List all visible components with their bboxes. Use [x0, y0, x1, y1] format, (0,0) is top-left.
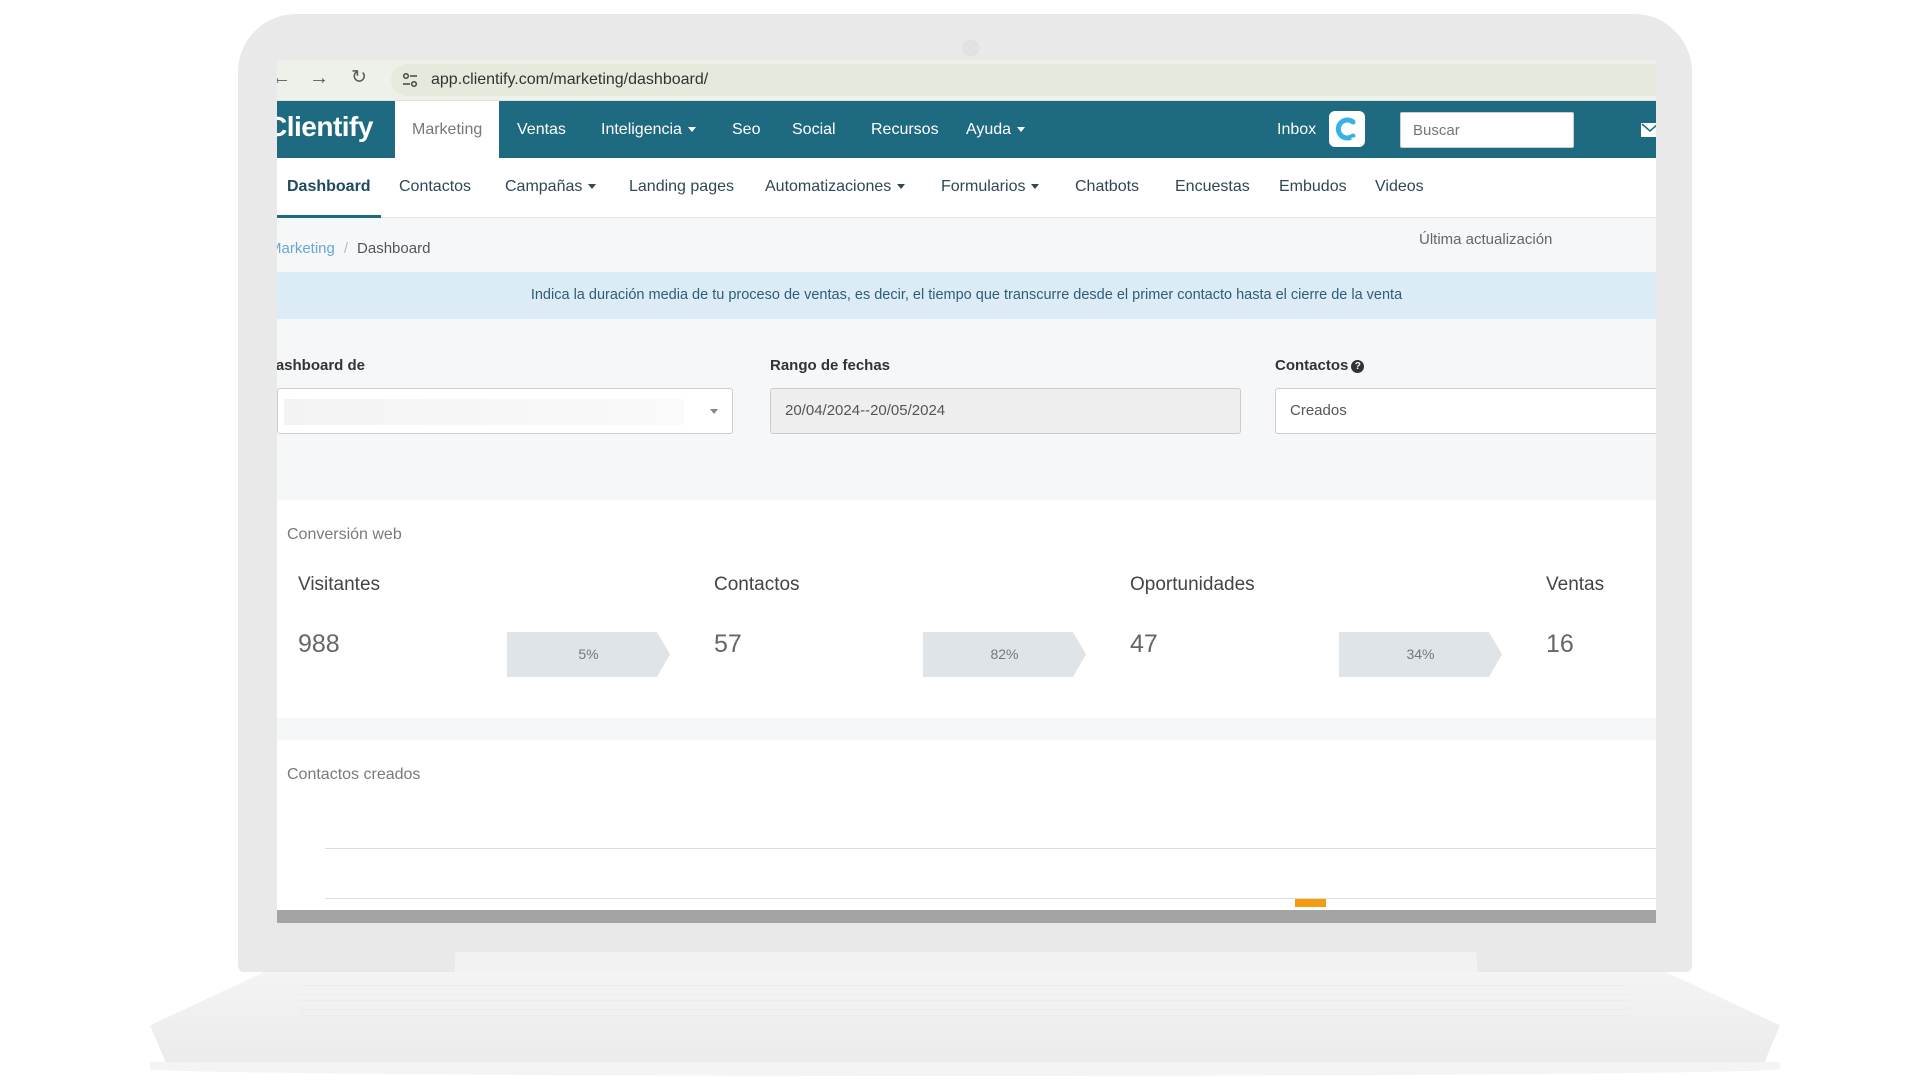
sub-navbar: Dashboard Contactos Campañas Landing pag…: [277, 158, 1656, 218]
inbox-label: Inbox: [1277, 121, 1317, 138]
keyboard-row: [300, 1000, 1630, 1010]
keyboard-row: [300, 985, 1630, 995]
subnav-embudos-label: Embudos: [1279, 178, 1347, 195]
subnav-videos-label: Videos: [1375, 178, 1424, 195]
metric-oportunidades-label: Oportunidades: [1130, 574, 1255, 595]
nav-ventas[interactable]: Ventas: [517, 101, 566, 158]
url-text[interactable]: app.clientify.com/marketing/dashboard/: [431, 71, 708, 89]
nav-ayuda-label: Ayuda: [966, 121, 1012, 138]
chevron-down-icon: [1017, 127, 1026, 133]
nav-inteligencia-label: Inteligencia: [601, 121, 682, 138]
clientify-logo[interactable]: Clientify: [277, 111, 373, 143]
conversion-title: Conversión web: [287, 526, 402, 543]
contacts-chart-title: Contactos creados: [287, 766, 421, 783]
subnav-campanas[interactable]: Campañas: [505, 158, 597, 215]
laptop-camera: [963, 40, 979, 56]
nav-inteligencia[interactable]: Inteligencia: [601, 101, 696, 158]
back-arrow-icon[interactable]: ←: [277, 68, 291, 88]
contacts-select[interactable]: Creados: [1275, 388, 1656, 434]
nav-social-label: Social: [792, 121, 836, 138]
date-range-label: Rango de fechas: [770, 357, 891, 374]
laptop-hinge: [455, 952, 1477, 974]
info-banner: Indica la duración media de tu proceso d…: [277, 272, 1656, 319]
chart-gridline: [325, 898, 1656, 899]
reload-icon[interactable]: ↻: [351, 68, 367, 88]
subnav-chatbots-label: Chatbots: [1075, 178, 1140, 195]
last-update-label: Última actualización: [1419, 231, 1553, 248]
conversion-panel: [277, 500, 1656, 718]
nav-recursos-label: Recursos: [871, 121, 939, 138]
forward-arrow-icon[interactable]: →: [309, 68, 329, 88]
nav-ventas-label: Ventas: [517, 121, 566, 138]
info-banner-text: Indica la duración media de tu proceso d…: [530, 287, 1403, 303]
subnav-chatbots[interactable]: Chatbots: [1075, 158, 1139, 215]
keyboard-row: [300, 1015, 1630, 1025]
subnav-contactos-label: Contactos: [399, 178, 472, 195]
breadcrumb-marketing-link[interactable]: Marketing: [277, 240, 335, 257]
mail-icon[interactable]: [1641, 123, 1656, 137]
contacts-filter-label: Contactos?: [1275, 357, 1365, 374]
help-icon[interactable]: ?: [1351, 360, 1365, 373]
date-range-input[interactable]: 20/04/2024--20/05/2024: [770, 388, 1241, 434]
chevron-down-icon: [1031, 184, 1040, 190]
metric-visitantes-label: Visitantes: [298, 574, 381, 595]
laptop-shadow: [150, 1062, 1780, 1076]
chart-bar: [1295, 899, 1326, 907]
chart-gridline: [325, 848, 1656, 849]
subnav-dashboard-label: Dashboard: [287, 178, 371, 195]
conversion-rate-badge: 82%: [923, 632, 1086, 677]
subnav-dashboard[interactable]: Dashboard: [277, 158, 381, 218]
subnav-contactos[interactable]: Contactos: [399, 158, 471, 215]
chevron-down-icon: [687, 127, 696, 133]
nav-social[interactable]: Social: [792, 101, 836, 158]
breadcrumb-separator: /: [343, 240, 349, 257]
chevron-down-icon: [588, 184, 597, 190]
breadcrumb: Marketing / Dashboard: [277, 240, 430, 257]
subnav-embudos[interactable]: Embudos: [1279, 158, 1347, 215]
nav-marketing-label: Marketing: [412, 121, 483, 138]
chevron-down-icon: [897, 184, 906, 190]
subnav-formularios[interactable]: Formularios: [941, 158, 1040, 215]
subnav-automatizaciones-label: Automatizaciones: [765, 178, 892, 195]
subnav-formularios-label: Formularios: [941, 178, 1026, 195]
nav-seo-label: Seo: [732, 121, 761, 138]
metric-ventas-value: 16: [1546, 630, 1574, 658]
dashboard-select[interactable]: [277, 388, 733, 434]
contacts-chart-panel: [277, 740, 1656, 910]
nav-ayuda[interactable]: Ayuda: [966, 101, 1026, 158]
site-settings-icon[interactable]: [401, 71, 419, 89]
conversion-rate-badge: 5%: [507, 632, 670, 677]
conversion-rate-badge: 34%: [1339, 632, 1502, 677]
subnav-automatizaciones[interactable]: Automatizaciones: [765, 158, 906, 215]
subnav-encuestas-label: Encuestas: [1175, 178, 1250, 195]
nav-seo[interactable]: Seo: [732, 101, 760, 158]
browser-screen: ← → ↻ app.clientify.com/marketing/dashbo…: [277, 60, 1656, 923]
dashboard-filter-label: Dashboard de: [277, 357, 366, 374]
horizontal-scrollbar[interactable]: [277, 910, 1656, 923]
top-navbar: Clientify Marketing Ventas Inteligencia …: [277, 101, 1656, 158]
subnav-landing-pages[interactable]: Landing pages: [629, 158, 734, 215]
dashboard-select-value: [284, 399, 684, 425]
contacts-filter-label-text: Contactos: [1275, 357, 1349, 374]
subnav-videos[interactable]: Videos: [1375, 158, 1424, 215]
subnav-landing-pages-label: Landing pages: [629, 178, 734, 195]
chevron-down-icon: [710, 409, 718, 414]
metric-contactos-value: 57: [714, 630, 742, 658]
subnav-encuestas[interactable]: Encuestas: [1175, 158, 1250, 215]
address-bar[interactable]: app.clientify.com/marketing/dashboard/: [391, 64, 1656, 96]
metric-contactos-label: Contactos: [714, 574, 800, 595]
browser-toolbar: ← → ↻ app.clientify.com/marketing/dashbo…: [277, 60, 1656, 101]
nav-marketing[interactable]: Marketing: [395, 101, 500, 158]
breadcrumb-current: Dashboard: [357, 240, 431, 257]
inbox-clientify-icon[interactable]: [1329, 111, 1365, 147]
nav-recursos[interactable]: Recursos: [871, 101, 939, 158]
search-input[interactable]: [1400, 112, 1574, 148]
inbox-link[interactable]: Inbox: [1277, 101, 1316, 158]
metric-ventas-label: Ventas: [1546, 574, 1605, 595]
metric-oportunidades-value: 47: [1130, 630, 1158, 658]
metric-visitantes-value: 988: [298, 630, 340, 658]
subnav-campanas-label: Campañas: [505, 178, 583, 195]
